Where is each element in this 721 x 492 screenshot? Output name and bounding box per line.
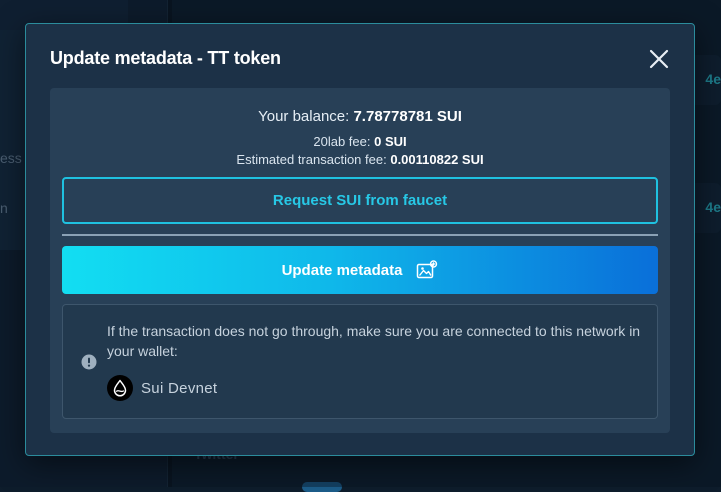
request-faucet-button[interactable]: Request SUI from faucet xyxy=(62,177,658,224)
network-notice: If the transaction does not go through, … xyxy=(62,304,658,419)
dialog-title: Update metadata - TT token xyxy=(50,48,281,69)
notice-text: If the transaction does not go through, … xyxy=(107,321,647,361)
balance-label: Your balance: xyxy=(258,108,349,125)
divider xyxy=(62,234,658,236)
balance-line: Your balance: 7.78778781 SUI xyxy=(50,108,670,125)
update-metadata-button[interactable]: Update metadata xyxy=(62,246,658,294)
image-edit-icon xyxy=(416,260,438,280)
lab-fee-label: 20lab fee: xyxy=(313,134,370,149)
close-button[interactable] xyxy=(648,48,670,70)
lab-fee-line: 20lab fee: 0 SUI xyxy=(50,134,670,149)
transaction-fee-line: Estimated transaction fee: 0.00110822 SU… xyxy=(50,152,670,167)
update-metadata-label: Update metadata xyxy=(282,262,403,279)
transaction-fee-label: Estimated transaction fee: xyxy=(236,152,386,167)
lab-fee-value: 0 SUI xyxy=(374,134,407,149)
balance-value: 7.78778781 SUI xyxy=(353,108,461,125)
exclamation-circle-icon xyxy=(81,354,97,370)
update-metadata-dialog: Update metadata - TT token Your balance:… xyxy=(25,23,695,456)
close-icon xyxy=(648,48,670,70)
transaction-summary-card: Your balance: 7.78778781 SUI 20lab fee: … xyxy=(50,88,670,433)
network-indicator: Sui Devnet xyxy=(107,375,217,401)
sui-drop-icon xyxy=(107,375,133,401)
transaction-fee-value: 0.00110822 SUI xyxy=(390,152,483,167)
network-name: Sui Devnet xyxy=(141,380,217,397)
